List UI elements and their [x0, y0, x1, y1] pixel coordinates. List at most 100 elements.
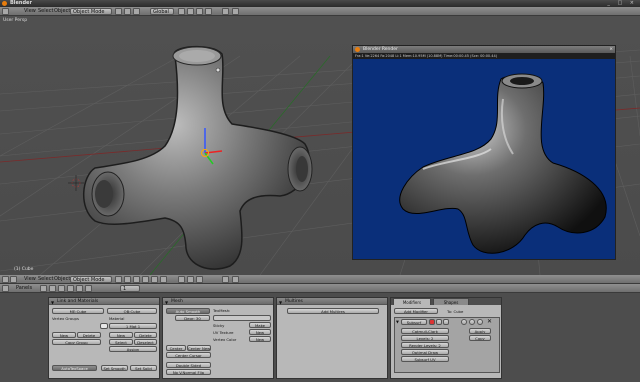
editor-type-icon[interactable]	[2, 285, 9, 292]
panel-header[interactable]: ▼ Multires	[277, 298, 387, 305]
scene-icon[interactable]	[85, 285, 92, 292]
copy-group-button[interactable]: Copy Group	[52, 339, 101, 345]
panels-menu[interactable]: Panels	[14, 285, 34, 292]
move-up-icon[interactable]	[461, 319, 467, 325]
vertex-color-new-button[interactable]: New	[249, 336, 271, 342]
texmesh-field[interactable]	[213, 315, 271, 321]
vgroup-new-button[interactable]: New	[52, 332, 76, 338]
rendered-tetrapod	[399, 73, 607, 254]
add-modifier-menu[interactable]: Add Modifier	[394, 308, 438, 314]
degr-field[interactable]: Degr: 30	[175, 315, 210, 321]
levels-field[interactable]: Levels: 2	[401, 335, 449, 341]
mesh-name-field[interactable]: ME:Cube	[52, 308, 104, 314]
center-cursor-button[interactable]: Center Cursor	[166, 352, 211, 358]
layer-icon[interactable]	[187, 276, 194, 283]
layer-icon[interactable]	[178, 276, 185, 283]
deselect-button[interactable]: Deselect	[134, 339, 157, 345]
close-icon[interactable]: ×	[609, 46, 613, 53]
editmode-toggle-icon[interactable]	[443, 319, 449, 325]
render-icon[interactable]	[232, 8, 239, 15]
auto-smooth-toggle[interactable]: Auto Smooth	[166, 308, 210, 314]
settings-icon[interactable]	[477, 319, 483, 325]
layer-icon[interactable]	[187, 8, 194, 15]
collapse-triangle-icon[interactable]: ▼	[279, 299, 282, 306]
pivot-icon[interactable]	[124, 8, 131, 15]
layer-icon[interactable]	[196, 276, 203, 283]
viewport-header: View Select Object Object Mode	[0, 275, 640, 284]
modifier-name-field[interactable]: Subsurf	[401, 319, 427, 325]
object-icon[interactable]	[67, 285, 74, 292]
tetrapod-mesh	[82, 45, 313, 270]
layer-icon[interactable]	[205, 8, 212, 15]
manipulator-icon[interactable]	[133, 276, 140, 283]
vgroup-delete-button[interactable]: Delete	[77, 332, 101, 338]
shading-icon[interactable]	[58, 285, 65, 292]
render-window[interactable]: Blender Render × Fra:1 Ve:2264 Fa:2048 L…	[352, 45, 616, 260]
center-button[interactable]: Center	[166, 345, 186, 351]
draw-type-icon[interactable]	[115, 8, 122, 15]
editor-type-icon[interactable]	[2, 276, 9, 283]
subdivision-type-select[interactable]: Catmull-Clark	[401, 328, 449, 334]
copy-button[interactable]: Copy	[469, 335, 491, 341]
center-new-button[interactable]: Center New	[187, 345, 211, 351]
autotexspace-toggle[interactable]: AutoTexSpace	[52, 365, 97, 371]
set-solid-button[interactable]: Set Solid	[130, 365, 157, 371]
collapse-triangle-icon[interactable]: ▼	[51, 299, 54, 306]
render-icon[interactable]	[232, 276, 239, 283]
view-label: User Persp	[3, 18, 28, 23]
lock-icon[interactable]	[222, 8, 229, 15]
transform-orientation-select[interactable]: Global	[150, 8, 174, 15]
translate-icon[interactable]	[142, 276, 149, 283]
no-vnormal-flip-toggle[interactable]: No V.Normal Flip	[166, 369, 211, 375]
select-button[interactable]: Select	[109, 339, 133, 345]
realtime-toggle-icon[interactable]	[436, 319, 442, 325]
editing-icon[interactable]	[76, 285, 83, 292]
material-color-swatch[interactable]	[100, 323, 108, 329]
draw-type-icon[interactable]	[115, 276, 122, 283]
set-smooth-button[interactable]: Set Smooth	[101, 365, 128, 371]
panel-mesh: ▼ Mesh Auto Smooth Degr: 30 TexMesh: Sti…	[162, 297, 274, 379]
apply-button[interactable]: Apply	[469, 328, 491, 334]
optimal-draw-toggle[interactable]: Optimal Draw	[401, 349, 449, 355]
assign-button[interactable]: Assign	[109, 346, 157, 352]
tab-shapes[interactable]: Shapes	[433, 298, 469, 305]
lamp-icon	[215, 67, 221, 73]
delete-modifier-icon[interactable]: ✕	[487, 318, 492, 325]
frame-field[interactable]: 1	[120, 285, 140, 292]
object-name-field[interactable]: OB:Cube	[107, 308, 157, 314]
move-down-icon[interactable]	[469, 319, 475, 325]
menu-toggle-icon[interactable]	[10, 276, 17, 283]
manipulator-icon[interactable]	[133, 8, 140, 15]
editor-type-icon[interactable]	[2, 8, 9, 15]
logic-icon[interactable]	[40, 285, 47, 292]
collapse-triangle-icon[interactable]: ▼	[165, 299, 168, 306]
window-controls[interactable]: _ □ ×	[607, 0, 637, 7]
scale-icon[interactable]	[160, 276, 167, 283]
render-levels-field[interactable]: Render Levels: 2	[401, 342, 449, 348]
render-window-titlebar: Blender Render ×	[353, 46, 615, 53]
lock-icon[interactable]	[222, 276, 229, 283]
add-multires-button[interactable]: Add Multires	[287, 308, 379, 314]
panel-tabs: Modifiers Shapes	[391, 298, 501, 305]
panel-modifiers: Modifiers Shapes Add Modifier To: Cube ▼…	[390, 297, 502, 379]
material-delete-button[interactable]: Delete	[134, 332, 157, 338]
sticky-make-button[interactable]: Make	[249, 322, 271, 328]
mode-select[interactable]: Object Mode	[70, 276, 112, 283]
render-toggle-icon[interactable]	[429, 319, 435, 325]
subsurf-uv-toggle[interactable]: Subsurf UV	[401, 356, 449, 362]
layer-icon[interactable]	[196, 8, 203, 15]
double-sided-toggle[interactable]: Double Sided	[166, 362, 211, 368]
expand-triangle-icon[interactable]: ▼	[396, 319, 399, 324]
script-icon[interactable]	[49, 285, 56, 292]
uv-texture-new-button[interactable]: New	[249, 329, 271, 335]
material-index-field[interactable]: 1 Mat 1	[109, 323, 157, 329]
layer-icon[interactable]	[178, 8, 185, 15]
material-new-button[interactable]: New	[109, 332, 133, 338]
panel-header[interactable]: ▼ Link and Materials	[49, 298, 159, 305]
mode-select[interactable]: Object Mode	[70, 8, 112, 15]
tab-modifiers[interactable]: Modifiers	[393, 298, 431, 305]
pivot-icon[interactable]	[124, 276, 131, 283]
rotate-icon[interactable]	[151, 276, 158, 283]
buttons-header: Panels 1	[0, 284, 640, 293]
panel-header[interactable]: ▼ Mesh	[163, 298, 273, 305]
